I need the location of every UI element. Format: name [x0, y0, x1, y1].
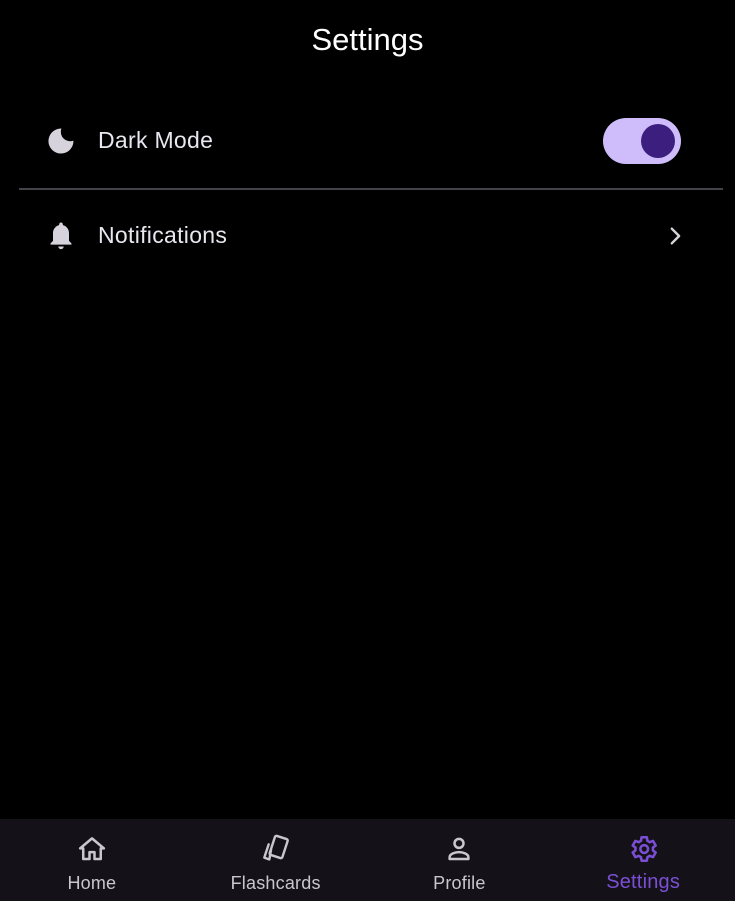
bell-icon — [44, 219, 78, 253]
dark-mode-label: Dark Mode — [98, 127, 214, 153]
dark-mode-toggle[interactable] — [603, 117, 681, 164]
nav-label-home: Home — [67, 873, 117, 893]
home-icon — [76, 833, 108, 865]
nav-label-settings: Settings — [606, 871, 681, 893]
cards-icon — [260, 833, 292, 865]
settings-row-notifications[interactable]: Notifications — [0, 188, 735, 283]
notifications-label: Notifications — [98, 222, 228, 248]
nav-item-profile[interactable]: Profile — [368, 819, 552, 901]
person-icon — [443, 833, 475, 865]
nav-item-settings[interactable]: Settings — [551, 819, 735, 901]
app-bar: Settings — [0, 0, 735, 80]
nav-label-flashcards: Flashcards — [230, 873, 321, 893]
toggle-thumb — [641, 123, 675, 158]
moon-icon — [44, 124, 78, 158]
nav-item-flashcards[interactable]: Flashcards — [184, 819, 368, 901]
bottom-navigation: Home Flashcards Profile Settings — [0, 819, 735, 901]
nav-label-profile: Profile — [433, 873, 486, 893]
settings-list: Dark Mode Notifications — [0, 93, 735, 283]
chevron-right-icon — [662, 223, 688, 249]
nav-item-home[interactable]: Home — [0, 819, 184, 901]
settings-row-dark-mode[interactable]: Dark Mode — [0, 93, 735, 188]
settings-screen: Settings Dark Mode Notifications Home Fl… — [0, 0, 735, 901]
page-title: Settings — [311, 22, 424, 57]
gear-icon — [627, 833, 659, 865]
